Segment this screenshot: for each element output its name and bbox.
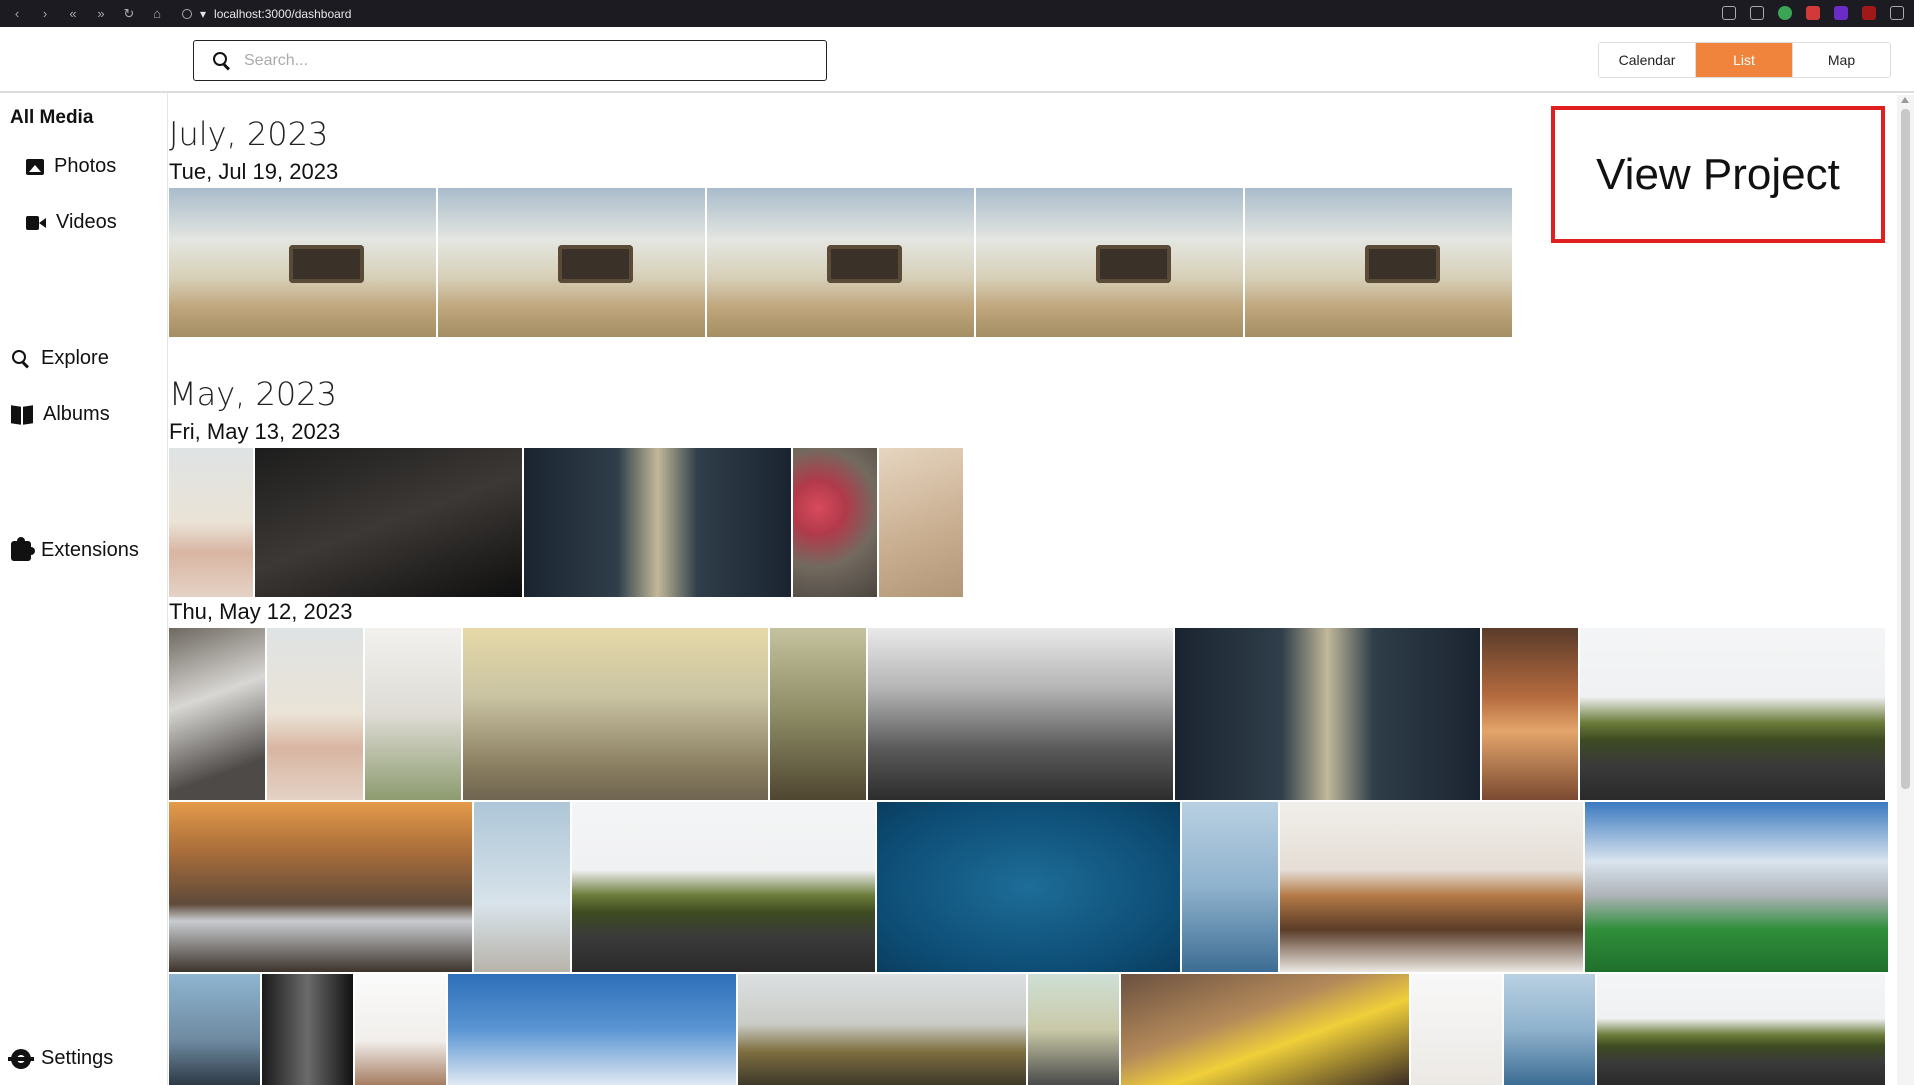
url-text[interactable]: localhost:3000/dashboard — [214, 7, 351, 21]
photo-thumbnail[interactable] — [738, 974, 1026, 1085]
scroll-up-icon[interactable] — [1901, 97, 1909, 103]
extension-purple-icon[interactable] — [1834, 6, 1848, 20]
media-timeline: July, 2023 Tue, Jul 19, 2023 May, 2023 F… — [169, 95, 1891, 1085]
fast-forward-icon[interactable]: » — [90, 6, 112, 21]
photo-thumbnail[interactable] — [169, 628, 265, 800]
extension-ublock-icon[interactable] — [1862, 6, 1876, 20]
photo-thumbnail[interactable] — [707, 188, 974, 337]
sidebar-item-label: Albums — [43, 403, 110, 425]
extension-icons — [1722, 6, 1904, 20]
map-view-button[interactable]: Map — [1793, 43, 1890, 77]
rewind-icon[interactable]: « — [62, 6, 84, 21]
sidebar-item-label: Extensions — [41, 539, 139, 561]
sidebar-item-photos[interactable]: Photos — [26, 155, 116, 178]
scrollbar-thumb[interactable] — [1901, 109, 1910, 789]
photo-thumbnail[interactable] — [524, 448, 791, 597]
photo-thumbnail[interactable] — [868, 628, 1173, 800]
forward-icon[interactable]: › — [34, 6, 56, 21]
photo-thumbnail[interactable] — [474, 802, 570, 972]
extension-green-icon[interactable] — [1778, 6, 1792, 20]
photo-thumbnail[interactable] — [267, 628, 363, 800]
photo-thumbnail[interactable] — [448, 974, 736, 1085]
sidebar-item-settings[interactable]: Settings — [8, 1047, 114, 1070]
photo-thumbnail[interactable] — [1280, 802, 1583, 972]
dropdown-icon[interactable]: ▾ — [200, 7, 206, 21]
search-bar[interactable] — [193, 40, 827, 81]
bookmark-icon[interactable] — [1750, 6, 1764, 20]
month-heading: May, 2023 — [169, 375, 337, 413]
sidebar-item-albums[interactable]: Albums — [11, 403, 110, 426]
photo-thumbnail[interactable] — [1482, 628, 1578, 800]
list-view-button[interactable]: List — [1696, 43, 1793, 77]
book-icon — [11, 406, 33, 424]
photo-thumbnail[interactable] — [1028, 974, 1119, 1085]
photo-thumbnail[interactable] — [255, 448, 522, 597]
month-heading: July, 2023 — [169, 115, 329, 153]
puzzle-icon — [11, 536, 35, 561]
day-heading: Fri, May 13, 2023 — [169, 419, 341, 444]
photo-thumbnail[interactable] — [1121, 974, 1409, 1085]
app-header: Calendar List Map — [0, 27, 1914, 93]
extensions-menu-icon[interactable] — [1890, 6, 1904, 20]
photo-thumbnail[interactable] — [169, 448, 253, 597]
day-heading: Tue, Jul 19, 2023 — [169, 159, 339, 184]
address-bar[interactable]: ▾ localhost:3000/dashboard — [182, 7, 351, 21]
photo-icon — [26, 158, 44, 175]
video-icon — [26, 215, 46, 230]
extension-red-icon[interactable] — [1806, 6, 1820, 20]
photo-thumbnail[interactable] — [1182, 802, 1278, 972]
photo-thumbnail[interactable] — [879, 448, 963, 597]
sidebar-heading-all-media[interactable]: All Media — [10, 107, 93, 129]
photo-thumbnail[interactable] — [1411, 974, 1502, 1085]
photo-thumbnail[interactable] — [438, 188, 705, 337]
sidebar-item-label: Explore — [41, 347, 109, 369]
photo-thumbnail[interactable] — [1504, 974, 1595, 1085]
browser-toolbar: ‹ › « » ↻ ⌂ ▾ localhost:3000/dashboard — [0, 0, 1914, 27]
photo-thumbnail[interactable] — [262, 974, 353, 1085]
photo-thumbnail[interactable] — [355, 974, 446, 1085]
search-input[interactable] — [244, 51, 804, 70]
sidebar-item-explore[interactable]: Explore — [11, 347, 109, 370]
calendar-view-button[interactable]: Calendar — [1599, 43, 1696, 77]
search-icon — [11, 349, 31, 369]
photo-thumbnail[interactable] — [169, 974, 260, 1085]
back-icon[interactable]: ‹ — [6, 6, 28, 21]
view-project-button[interactable]: View Project — [1551, 106, 1885, 243]
site-info-icon[interactable] — [182, 8, 192, 19]
photo-thumbnail[interactable] — [793, 448, 877, 597]
photo-thumbnail[interactable] — [770, 628, 866, 800]
photo-thumbnail[interactable] — [1245, 188, 1512, 337]
photo-thumbnail[interactable] — [1175, 628, 1480, 800]
search-icon — [212, 51, 232, 71]
sidebar-item-videos[interactable]: Videos — [26, 211, 117, 234]
reader-icon[interactable] — [1722, 6, 1736, 20]
sidebar-item-label: Videos — [56, 211, 117, 233]
photo-thumbnail[interactable] — [1597, 974, 1885, 1085]
gear-icon — [8, 1048, 34, 1069]
sidebar: All Media Photos Videos Explore Albums E… — [0, 93, 168, 1085]
photo-thumbnail[interactable] — [976, 188, 1243, 337]
photo-thumbnail[interactable] — [463, 628, 768, 800]
photo-thumbnail[interactable] — [572, 802, 875, 972]
day-heading: Thu, May 12, 2023 — [169, 599, 353, 624]
view-toggle: Calendar List Map — [1598, 42, 1891, 78]
photo-thumbnail[interactable] — [877, 802, 1180, 972]
sidebar-item-extensions[interactable]: Extensions — [11, 536, 139, 562]
scrollbar[interactable] — [1897, 95, 1914, 1085]
home-icon[interactable]: ⌂ — [146, 6, 168, 21]
photo-thumbnail[interactable] — [169, 802, 472, 972]
photo-thumbnail[interactable] — [1585, 802, 1888, 972]
sidebar-item-label: Photos — [54, 155, 117, 177]
photo-thumbnail[interactable] — [365, 628, 461, 800]
sidebar-item-label: Settings — [41, 1047, 114, 1069]
reload-icon[interactable]: ↻ — [118, 6, 140, 22]
photo-thumbnail[interactable] — [1580, 628, 1885, 800]
photo-thumbnail[interactable] — [169, 188, 436, 337]
